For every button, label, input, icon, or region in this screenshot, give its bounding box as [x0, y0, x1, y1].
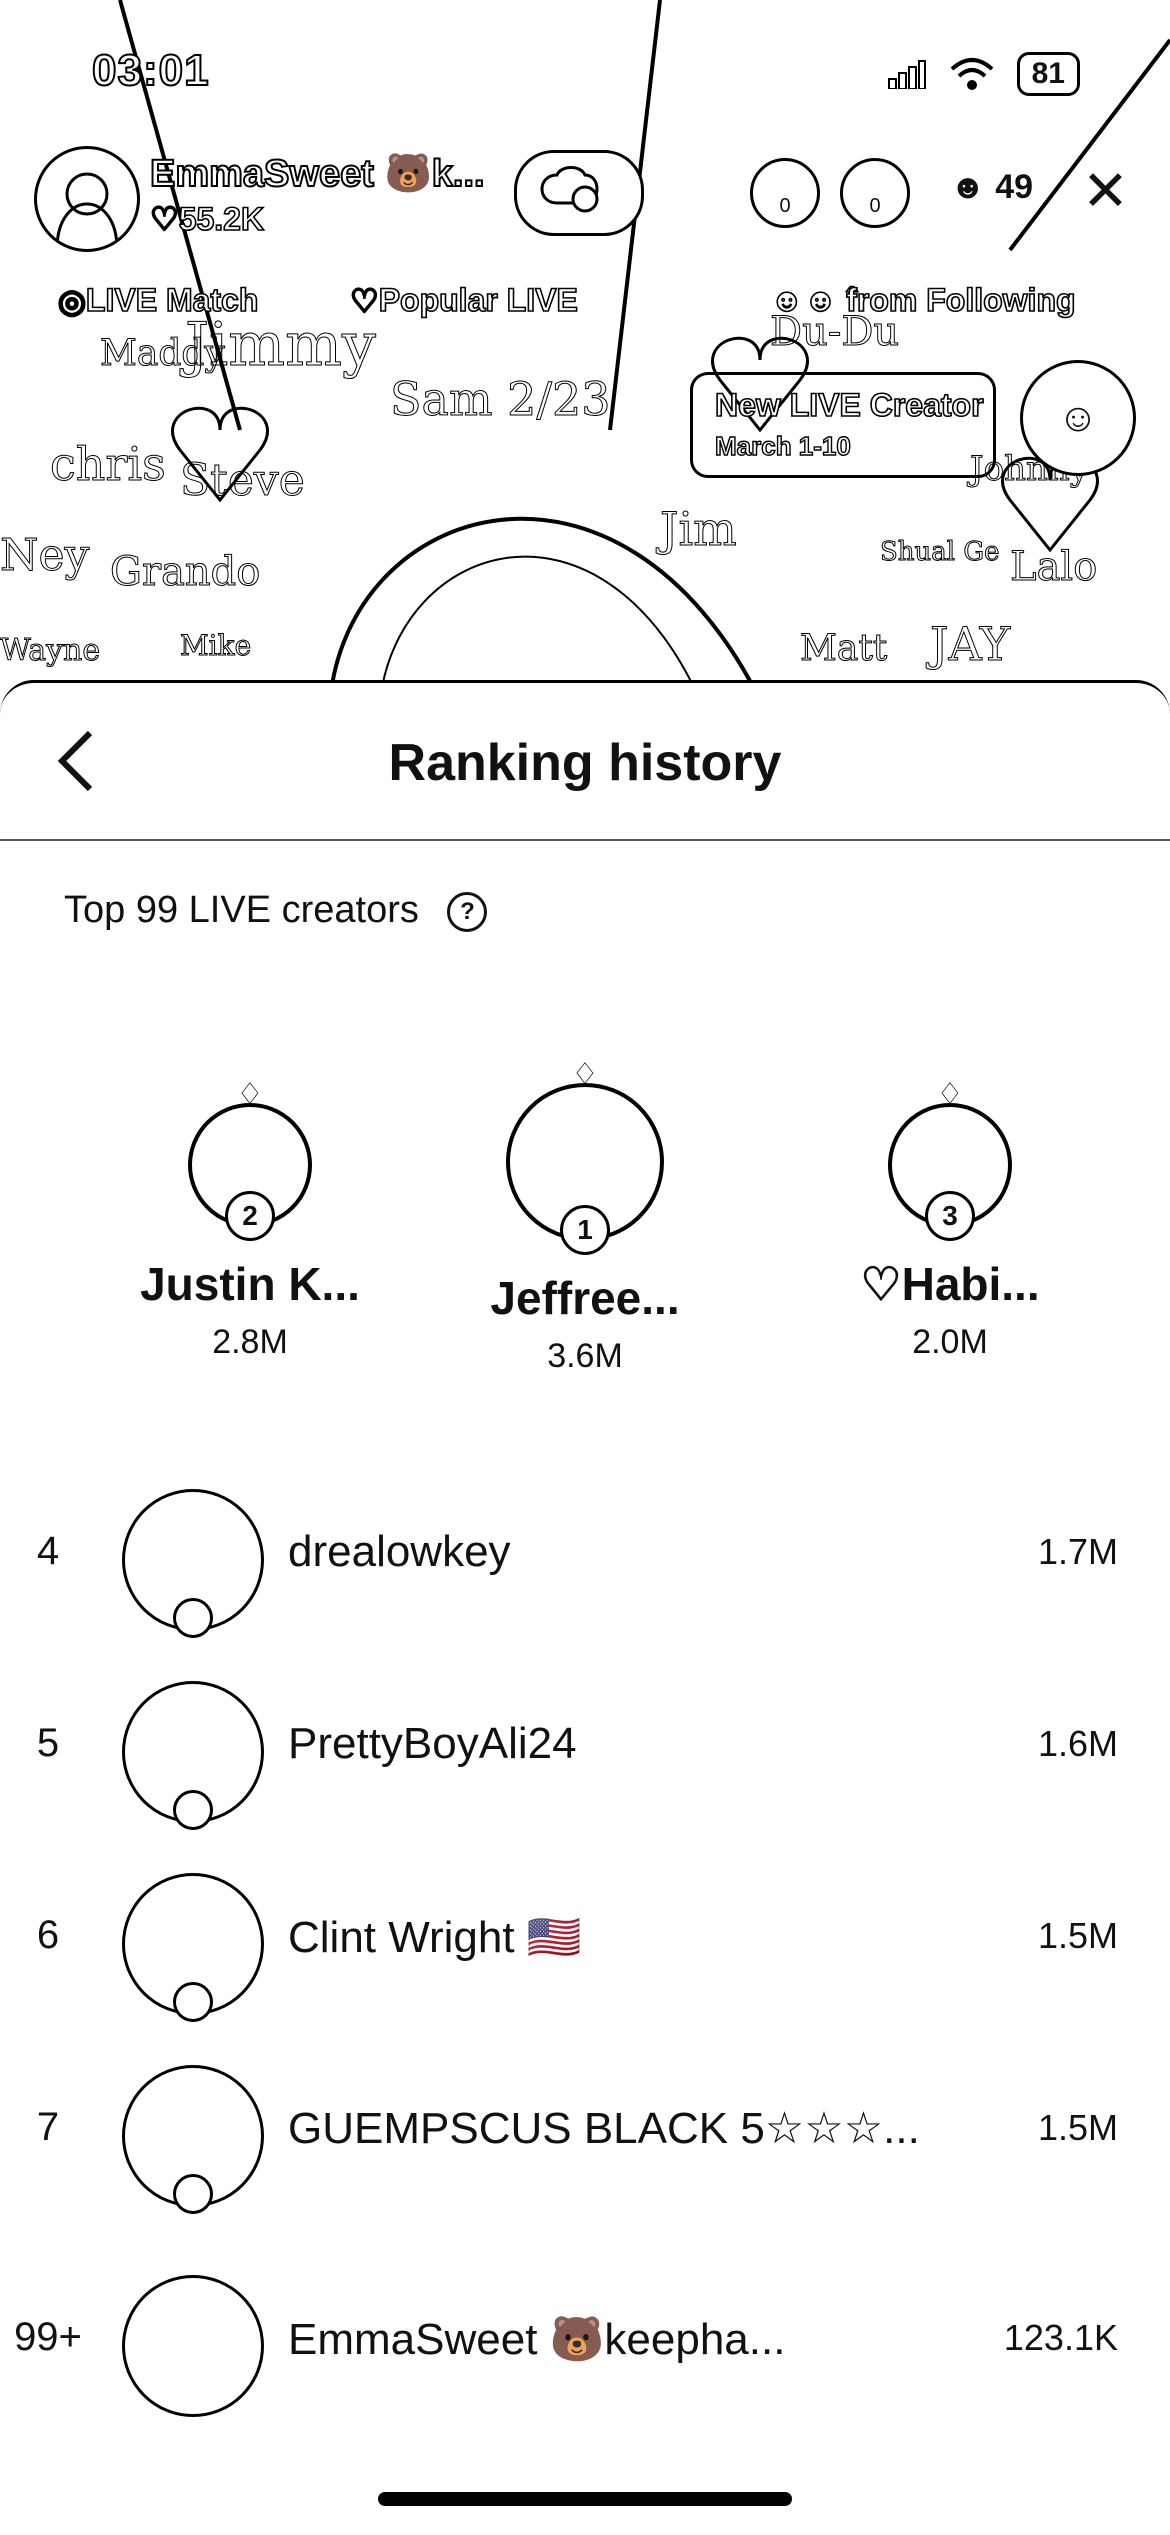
status-bar: 03:01 81 — [0, 0, 1170, 150]
rank-number: 6 — [36, 1913, 60, 1957]
section-label: Top 99 LIVE creators ? — [64, 889, 488, 932]
podium-name: Justin K... — [140, 1258, 360, 1310]
svg-text:JAY: JAY — [926, 617, 1011, 671]
status-time: 03:01 — [91, 45, 210, 96]
podium-rank-2[interactable]: ♢ 2 Justin K... 2.8M — [90, 1078, 410, 1362]
svg-text:Ney: Ney — [0, 530, 90, 581]
svg-text:Lalo: Lalo — [1010, 544, 1097, 590]
avatar: ♢ 3 — [888, 1078, 1012, 1241]
creator-score: 123.1K — [1003, 2317, 1118, 2358]
creator-score: 1.5M — [1037, 2107, 1118, 2148]
svg-text:Steve: Steve — [180, 455, 305, 506]
rank-frame-icon — [173, 2174, 213, 2214]
signal-icon — [887, 60, 926, 89]
svg-text:Shual Ge: Shual Ge — [880, 537, 1000, 567]
question-circle-icon[interactable]: ? — [447, 891, 488, 932]
rank-number: 7 — [36, 2105, 60, 2149]
rank-number: 99+ — [14, 2315, 82, 2359]
avatar — [122, 2065, 264, 2214]
live-tabs: ◎ LIVE Match ♡ Popular LIVE ☻☻ from Foll… — [0, 281, 1170, 332]
new-live-creator-banner[interactable]: New LIVE Creator March 1-10 — [690, 372, 996, 478]
page-title: Ranking history — [388, 734, 782, 792]
podium-score: 2.0M — [912, 1323, 988, 1361]
live-stream-view: chris Steve Ney Grando Wayne Maddy Jimmy… — [0, 0, 1170, 700]
close-icon[interactable]: ✕ — [1082, 163, 1129, 219]
creator-score: 1.6M — [1037, 1723, 1118, 1764]
list-item[interactable]: 6 Clint Wright 🇺🇸 1.5M — [0, 1857, 1170, 2022]
podium-name: Jeffree... — [490, 1272, 680, 1324]
list-item[interactable]: 7 GUEMPSCUS BLACK 5☆☆☆... 1.5M — [0, 2049, 1170, 2214]
wifi-icon — [950, 58, 993, 90]
creator-name: GUEMPSCUS BLACK 5☆☆☆... — [288, 2104, 920, 2153]
svg-text:Wayne: Wayne — [0, 633, 100, 668]
list-item[interactable]: 5 PrettyBoyAli24 1.6M — [0, 1665, 1170, 1830]
creator-score: 1.7M — [1037, 1531, 1118, 1572]
list-item-self[interactable]: 99+ EmmaSweet 🐻keepha... 123.1K — [0, 2259, 1170, 2419]
host-avatar-image — [55, 172, 119, 249]
creator-name: EmmaSweet 🐻keepha... — [288, 2315, 786, 2364]
svg-text:Jim: Jim — [656, 502, 737, 556]
avatar — [122, 1873, 264, 2022]
podium-score: 2.8M — [212, 1323, 288, 1361]
follow-icon — [540, 166, 599, 213]
rank-badge: 2 — [225, 1191, 275, 1241]
list-item[interactable]: 4 drealowkey 1.7M — [0, 1473, 1170, 1638]
avatar — [122, 1681, 264, 1830]
tab-live-match[interactable]: ◎ LIVE Match — [57, 281, 259, 320]
rank-badge: 3 — [925, 1191, 975, 1241]
podium-rank-1[interactable]: ♢ 1 Jeffree... 3.6M — [425, 1058, 745, 1376]
rank-frame-icon — [173, 1790, 213, 1830]
avatar: ♢ 2 — [188, 1078, 312, 1241]
creator-name: drealowkey — [288, 1527, 511, 1576]
rank-number: 5 — [36, 1721, 60, 1765]
home-indicator[interactable] — [378, 2492, 792, 2506]
crown-icon: ♢ — [236, 1078, 264, 1111]
host-likes: ♡55.2K — [149, 200, 265, 238]
top-viewer-avatar[interactable]: 0 — [840, 158, 910, 228]
rank-badge: 1 — [560, 1205, 610, 1255]
crown-icon: ♢ — [571, 1058, 599, 1091]
tab-from-following[interactable]: ☻☻ from Following ˆ — [769, 281, 1076, 319]
svg-text:Matt: Matt — [800, 628, 888, 669]
follow-button[interactable] — [514, 150, 644, 236]
podium-name: ♡Habi... — [860, 1258, 1040, 1310]
avatar — [122, 1489, 264, 1638]
avatar: ♢ 1 — [506, 1058, 664, 1255]
svg-text:chris: chris — [50, 437, 166, 491]
podium-rank-3[interactable]: ♢ 3 ♡Habi... 2.0M — [790, 1078, 1110, 1362]
host-avatar[interactable] — [34, 146, 140, 252]
sheet-header: Ranking history — [0, 683, 1170, 841]
battery-indicator: 81 — [1016, 52, 1080, 96]
viewer-count[interactable]: ☻ 49 — [950, 168, 1033, 207]
chat-bot-icon[interactable]: ☺ — [1020, 360, 1136, 476]
creator-score: 1.5M — [1037, 1915, 1118, 1956]
podium-score: 3.6M — [547, 1337, 623, 1375]
rank-frame-icon — [173, 1982, 213, 2022]
status-icons: 81 — [887, 52, 1080, 96]
avatar — [122, 2275, 264, 2417]
creator-name: Clint Wright 🇺🇸 — [288, 1913, 582, 1962]
host-name: EmmaSweet 🐻k... — [149, 152, 486, 196]
creator-name: PrettyBoyAli24 — [288, 1719, 577, 1768]
tab-popular-live[interactable]: ♡ Popular LIVE — [349, 281, 578, 320]
ranking-history-sheet: Ranking history Top 99 LIVE creators ? ♢… — [0, 680, 1170, 2535]
svg-text:Mike: Mike — [180, 629, 251, 662]
svg-text:Grando: Grando — [110, 549, 260, 595]
svg-text:Sam 2/23: Sam 2/23 — [390, 372, 610, 426]
rank-number: 4 — [36, 1529, 60, 1573]
rank-frame-icon — [173, 1598, 213, 1638]
person-icon: ☻ — [950, 168, 986, 206]
crown-icon: ♢ — [936, 1078, 964, 1111]
top-viewer-avatar[interactable]: 0 — [750, 158, 820, 228]
